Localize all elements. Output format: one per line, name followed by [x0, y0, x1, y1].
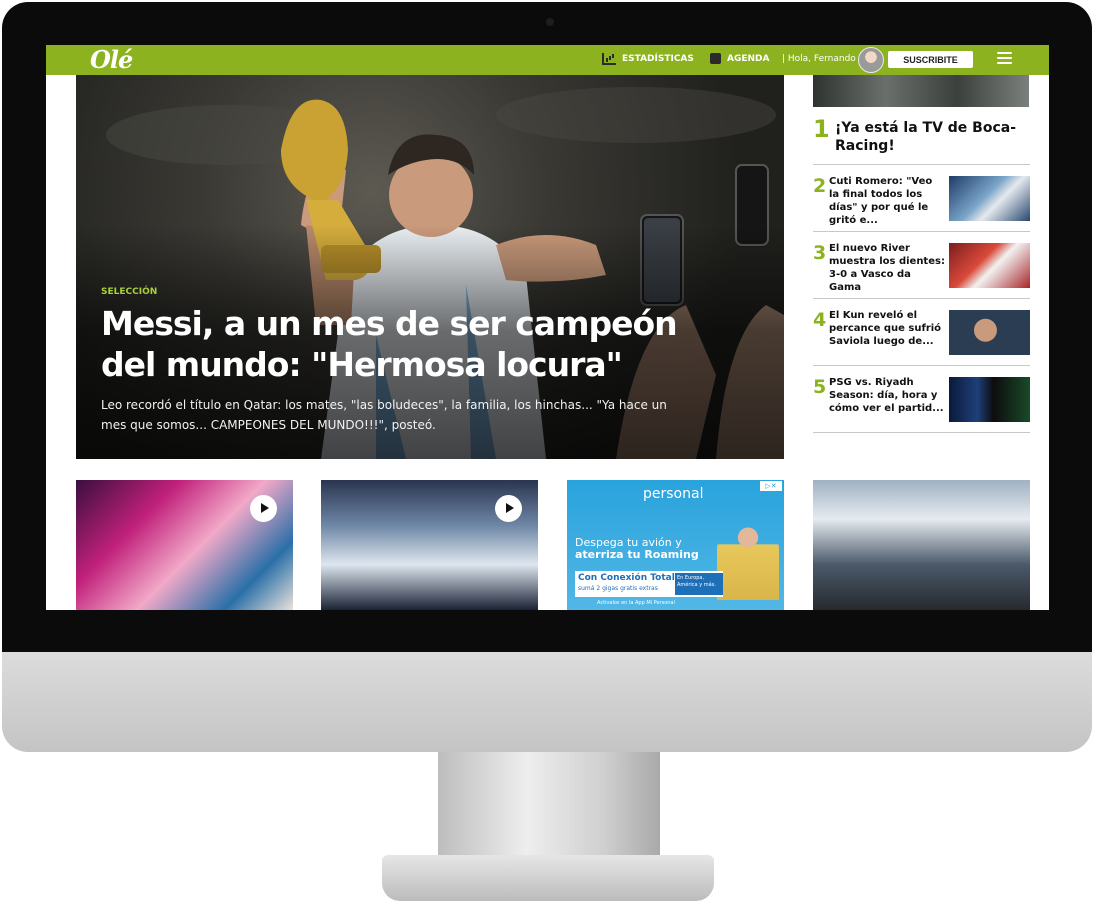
hero-headline[interactable]: Messi, a un mes de ser campeón del mundo…	[101, 303, 701, 385]
ad-brand: personal	[643, 486, 704, 502]
play-icon[interactable]	[250, 495, 277, 522]
ranking-thumbnail[interactable]	[949, 176, 1030, 221]
ranking-title: El Kun reveló el percance que sufrió Sav…	[829, 310, 942, 347]
hamburger-menu-icon[interactable]	[997, 52, 1012, 64]
ad-offer-region: En Europa, América y más.	[675, 573, 723, 595]
ranking-thumbnail[interactable]	[949, 243, 1030, 288]
subscribe-button[interactable]: SUSCRIBITE	[888, 51, 973, 68]
monitor-chin	[2, 652, 1092, 752]
hero-kicker[interactable]: SELECCIÓN	[101, 287, 157, 297]
monitor-stand	[438, 752, 660, 860]
ranking-thumbnail[interactable]	[949, 310, 1030, 355]
ad-banner-personal[interactable]: personal ▷✕ Despega tu avión y aterriza …	[567, 480, 784, 610]
nav-agenda-label: AGENDA	[727, 53, 770, 64]
ranking-item-2[interactable]: 2 Cuti Romero: "Veo la final todos los d…	[813, 169, 1030, 232]
photo-card-4[interactable]	[813, 480, 1030, 610]
stats-icon	[602, 53, 616, 65]
ad-person-photo	[717, 520, 779, 600]
avatar[interactable]	[858, 47, 884, 73]
play-icon[interactable]	[495, 495, 522, 522]
ranking-title: Cuti Romero: "Veo la final todos los día…	[829, 176, 933, 226]
ranking-number: 5	[813, 376, 827, 398]
ad-offer-sub: sumá 2 gigas gratis extras	[578, 585, 658, 592]
nav-agenda[interactable]: AGENDA	[710, 53, 769, 64]
ranking-title: PSG vs. Riyadh Season: día, hora y cómo …	[829, 377, 944, 414]
nav-estadisticas-label: ESTADÍSTICAS	[622, 54, 694, 64]
ad-footer: Activalos en la App Mi Personal	[597, 600, 675, 606]
browser-screen: Olé ESTADÍSTICAS AGENDA | Hola, Fernando…	[46, 45, 1049, 610]
camera-dot	[546, 18, 554, 26]
nav-estadisticas[interactable]: ESTADÍSTICAS	[602, 53, 694, 65]
imac-monitor: Olé ESTADÍSTICAS AGENDA | Hola, Fernando…	[0, 0, 1094, 909]
sidebar-top-image[interactable]	[813, 75, 1029, 107]
ranking-title: El nuevo River muestra los dientes: 3-0 …	[829, 243, 945, 293]
ad-close-icon[interactable]: ▷✕	[760, 481, 782, 491]
ole-logo[interactable]: Olé	[90, 45, 133, 74]
hero-article[interactable]: SELECCIÓN Messi, a un mes de ser campeón…	[76, 75, 784, 459]
ad-offer-box: Con Conexión Total sumá 2 gigas gratis e…	[575, 571, 723, 597]
ranking-item-1[interactable]: 1 ¡Ya está la TV de Boca-Racing!	[813, 113, 1030, 165]
ranking-number: 1	[813, 115, 830, 143]
ranking-thumbnail[interactable]	[949, 377, 1030, 422]
ranking-title: ¡Ya está la TV de Boca-Racing!	[835, 120, 1017, 154]
ad-headline-2: aterriza tu Roaming	[575, 548, 699, 561]
hero-summary: Leo recordó el título en Qatar: los mate…	[101, 398, 667, 432]
ranking-number: 2	[813, 175, 827, 197]
video-card-2[interactable]	[321, 480, 538, 610]
calendar-icon	[710, 53, 721, 64]
ranking-number: 3	[813, 242, 827, 264]
ranking-item-5[interactable]: 5 PSG vs. Riyadh Season: día, hora y cóm…	[813, 370, 1030, 433]
monitor-base	[382, 855, 714, 901]
site-header: Olé ESTADÍSTICAS AGENDA | Hola, Fernando…	[46, 45, 1049, 75]
user-greeting: | Hola, Fernando	[782, 54, 856, 64]
ranking-number: 4	[813, 309, 827, 331]
video-card-1[interactable]	[76, 480, 293, 610]
ad-offer-title: Con Conexión Total	[578, 573, 675, 583]
ranking-item-4[interactable]: 4 El Kun reveló el percance que sufrió S…	[813, 303, 1030, 366]
ranking-item-3[interactable]: 3 El nuevo River muestra los dientes: 3-…	[813, 236, 1030, 299]
